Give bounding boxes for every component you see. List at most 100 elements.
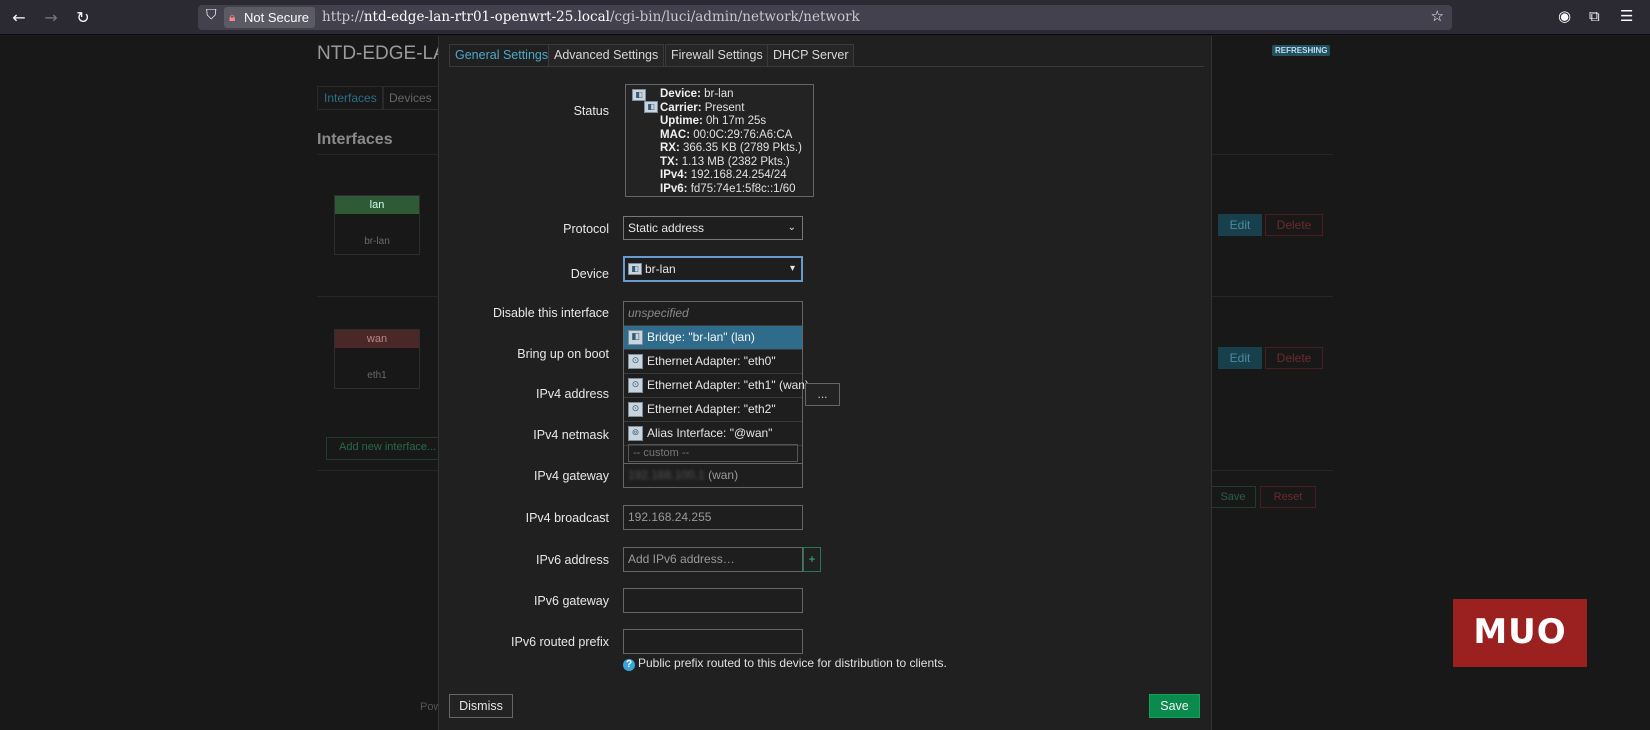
status-ipv4: 192.168.24.254/24 [690, 169, 787, 181]
ipv6-address-input[interactable]: Add IPv6 address… [623, 547, 803, 572]
ipv4-gateway-input[interactable]: 192.168.100.1 (wan) [623, 463, 803, 488]
ipv4-gateway-value: 192.168.100.1 [628, 468, 705, 482]
status-rx: 366.35 KB (2789 Pkts.) [683, 142, 802, 154]
hint-text: Public prefix routed to this device for … [638, 656, 947, 670]
url-path: /cgi-bin/luci/admin/network/network [609, 9, 860, 25]
tab-advanced-settings[interactable]: Advanced Settings [548, 44, 665, 66]
device-icon: ◧ [632, 89, 646, 101]
menu-icon[interactable]: ☰ [1620, 7, 1633, 25]
status-key: IPv4: [660, 169, 688, 181]
interface-device: eth1 [367, 370, 387, 381]
refreshing-badge: REFRESHING [1272, 45, 1331, 56]
bring-up-on-boot-label: Bring up on boot [517, 347, 609, 361]
chevron-down-icon: ⌄ [787, 222, 796, 233]
status-key: MAC: [660, 128, 691, 141]
status-ipv6: fd75:74e1:5f8c::1/60 [690, 182, 796, 195]
tab-general-settings[interactable]: General Settings [449, 44, 555, 66]
reload-icon[interactable]: ↻ [72, 7, 94, 29]
interface-name: lan [335, 196, 419, 214]
protocol-select[interactable]: Static address ⌄ [623, 216, 803, 240]
device-value: br-lan [645, 262, 676, 276]
custom-device-input[interactable]: -- custom -- [628, 444, 798, 462]
status-key: Uptime: [660, 115, 703, 127]
dropdown-option-label: Ethernet Adapter: "eth1" (wan) [647, 378, 809, 392]
not-secure-badge[interactable]: 🔒︎ Not Secure [224, 7, 316, 28]
page-reset-button[interactable]: Reset [1260, 486, 1316, 508]
back-icon[interactable]: ← [8, 7, 30, 29]
dropdown-option-label: Ethernet Adapter: "eth0" [647, 354, 776, 368]
page-save-button[interactable]: Save [1210, 486, 1256, 508]
dropdown-option-eth2[interactable]: ⊙ Ethernet Adapter: "eth2" [624, 398, 802, 422]
interface-card-wan[interactable]: wan eth1 [334, 329, 420, 389]
status-key: Device: [660, 88, 701, 100]
save-button[interactable]: Save [1149, 694, 1200, 718]
extensions-icon[interactable]: ⧉ [1589, 7, 1600, 25]
bridge-icon: ◧ [628, 263, 642, 275]
url-host: ntd-edge-lan-rtr01-openwrt-25.local [363, 9, 610, 25]
carrier-icon: ◧ [644, 101, 658, 113]
dropdown-option-unspecified[interactable]: unspecified [624, 302, 802, 326]
ipv6-gateway-label: IPv6 gateway [533, 594, 609, 608]
ipv4-broadcast-input[interactable]: 192.168.24.255 [623, 505, 803, 530]
dropdown-option-alias-wan[interactable]: ⊚ Alias Interface: "@wan" [624, 422, 802, 446]
device-select[interactable]: ◧ br-lan ▾ [623, 256, 803, 282]
browser-toolbar: ← → ↻ ⛉ 🔒︎ Not Secure http://ntd-edge-la… [0, 0, 1650, 35]
muo-watermark-logo: MUO [1453, 599, 1587, 667]
ipv4-netmask-label: IPv4 netmask [533, 428, 609, 442]
bookmark-star-icon[interactable]: ☆ [1431, 7, 1444, 25]
dropdown-option-eth1[interactable]: ⊙ Ethernet Adapter: "eth1" (wan) [624, 374, 809, 398]
tab-devices[interactable]: Devices [382, 86, 439, 110]
alias-icon: ⊚ [628, 426, 643, 441]
status-uptime: 0h 17m 25s [706, 115, 767, 127]
edit-lan-button[interactable]: Edit [1218, 214, 1262, 236]
add-interface-button[interactable]: Add new interface... [326, 437, 450, 460]
ipv4-address-more-button[interactable]: ... [805, 383, 840, 406]
ethernet-icon: ⊙ [628, 378, 643, 393]
interface-name: wan [335, 330, 419, 348]
dropdown-option-br-lan[interactable]: ◧ Bridge: "br-lan" (lan) [624, 326, 802, 350]
account-icon[interactable]: ◉ [1558, 7, 1571, 25]
ethernet-icon: ⊙ [628, 402, 643, 417]
ipv4-address-label: IPv4 address [536, 387, 609, 401]
device-dropdown: unspecified ◧ Bridge: "br-lan" (lan) ⊙ Eth… [623, 301, 809, 469]
dropdown-option-label: Alias Interface: "@wan" [647, 426, 773, 440]
interface-card-lan[interactable]: lan br-lan [334, 195, 420, 255]
url-text[interactable]: http://ntd-edge-lan-rtr01-openwrt-25.loc… [322, 9, 860, 25]
status-tx: 1.13 MB (2382 Pkts.) [681, 155, 790, 168]
ipv4-gateway-label: IPv4 gateway [533, 469, 609, 483]
status-device: br-lan [704, 88, 734, 100]
forward-icon[interactable]: → [40, 7, 62, 29]
dropdown-option-label: Ethernet Adapter: "eth2" [647, 402, 776, 416]
ipv6-routed-prefix-input[interactable] [623, 629, 803, 654]
tab-firewall-settings[interactable]: Firewall Settings [665, 44, 769, 66]
status-key: TX: [660, 155, 679, 168]
status-label: Status [573, 104, 609, 118]
ethernet-icon: ⊙ [628, 354, 643, 369]
delete-wan-button[interactable]: Delete [1265, 347, 1323, 369]
edit-wan-button[interactable]: Edit [1218, 347, 1262, 369]
interface-edit-modal: General Settings Advanced Settings Firew… [438, 36, 1212, 730]
ipv6-address-label: IPv6 address [536, 553, 609, 567]
tab-divider [449, 66, 1204, 67]
dropdown-option-label: Bridge: "br-lan" (lan) [647, 330, 755, 344]
status-key: RX: [660, 142, 680, 154]
url-scheme: http:// [322, 9, 364, 25]
help-icon: ? [623, 659, 635, 671]
ipv4-gateway-suffix: (wan) [708, 468, 739, 482]
status-key: Carrier: [660, 101, 702, 114]
address-bar[interactable]: ⛉ 🔒︎ Not Secure http://ntd-edge-lan-rtr0… [198, 5, 1452, 30]
triangle-down-icon: ▾ [789, 263, 795, 274]
delete-lan-button[interactable]: Delete [1265, 214, 1323, 236]
protocol-value: Static address [628, 221, 705, 235]
protocol-label: Protocol [563, 222, 609, 236]
device-label: Device [570, 267, 609, 281]
dismiss-button[interactable]: Dismiss [449, 694, 513, 718]
tab-interfaces[interactable]: Interfaces [317, 86, 384, 110]
shield-icon[interactable]: ⛉ [206, 7, 217, 23]
ipv6-gateway-input[interactable] [623, 588, 803, 613]
tab-dhcp-server[interactable]: DHCP Server [767, 44, 855, 66]
ipv4-broadcast-label: IPv4 broadcast [525, 511, 609, 525]
dropdown-option-eth0[interactable]: ⊙ Ethernet Adapter: "eth0" [624, 350, 802, 374]
bridge-icon: ◧ [628, 330, 643, 345]
add-ipv6-address-button[interactable]: + [803, 547, 821, 572]
